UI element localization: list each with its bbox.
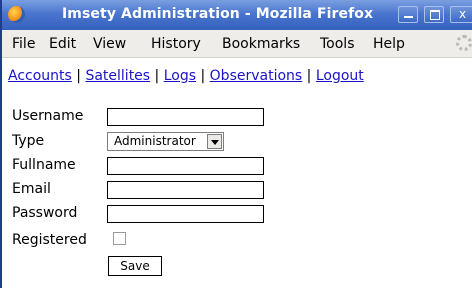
registered-label: Registered <box>12 232 87 248</box>
type-select-value: Administrator <box>114 134 196 148</box>
maximize-button[interactable] <box>424 6 444 23</box>
firefox-icon <box>8 6 25 23</box>
fullname-input[interactable] <box>107 157 264 175</box>
type-label: Type <box>12 133 45 149</box>
nav-links: Accounts | Satellites | Logs | Observati… <box>8 68 364 84</box>
nav-separator: | <box>306 68 312 84</box>
nav-logout-link[interactable]: Logout <box>316 68 364 84</box>
menu-tools[interactable]: Tools <box>320 36 355 52</box>
save-button[interactable]: Save <box>108 256 162 276</box>
menu-view[interactable]: View <box>93 36 126 52</box>
password-label: Password <box>12 205 78 221</box>
nav-satellites-link[interactable]: Satellites <box>85 68 150 84</box>
page-content: Accounts | Satellites | Logs | Observati… <box>2 58 472 288</box>
username-label: Username <box>12 108 84 124</box>
close-button[interactable]: x <box>450 6 472 23</box>
nav-observations-link[interactable]: Observations <box>210 68 303 84</box>
nav-separator: | <box>76 68 81 84</box>
menu-file[interactable]: File <box>12 36 35 52</box>
title-bar[interactable]: Imsety Administration - Mozilla Firefox … <box>2 0 472 30</box>
menu-history[interactable]: History <box>151 36 201 52</box>
nav-separator: | <box>154 68 160 84</box>
email-input[interactable] <box>107 181 264 199</box>
browser-window: Imsety Administration - Mozilla Firefox … <box>0 0 472 288</box>
nav-logs-link[interactable]: Logs <box>164 68 196 84</box>
window-title: Imsety Administration - Mozilla Firefox <box>62 6 374 22</box>
close-icon: x <box>458 7 467 21</box>
chevron-down-icon[interactable] <box>207 134 222 149</box>
minimize-icon <box>404 16 413 18</box>
minimize-button[interactable] <box>398 6 418 23</box>
type-select[interactable]: Administrator <box>107 132 224 151</box>
nav-separator: | <box>200 68 206 84</box>
fullname-label: Fullname <box>12 157 76 173</box>
registered-checkbox[interactable] <box>113 232 126 245</box>
nav-accounts-link[interactable]: Accounts <box>8 68 72 84</box>
menu-bookmarks[interactable]: Bookmarks <box>222 36 300 52</box>
password-input[interactable] <box>107 205 264 223</box>
menu-bar: File Edit View History Bookmarks Tools H… <box>2 30 472 58</box>
username-input[interactable] <box>107 108 264 126</box>
maximize-icon <box>430 10 440 20</box>
menu-help[interactable]: Help <box>373 36 405 52</box>
menu-edit[interactable]: Edit <box>49 36 76 52</box>
throbber-icon <box>456 35 472 51</box>
email-label: Email <box>12 181 51 197</box>
